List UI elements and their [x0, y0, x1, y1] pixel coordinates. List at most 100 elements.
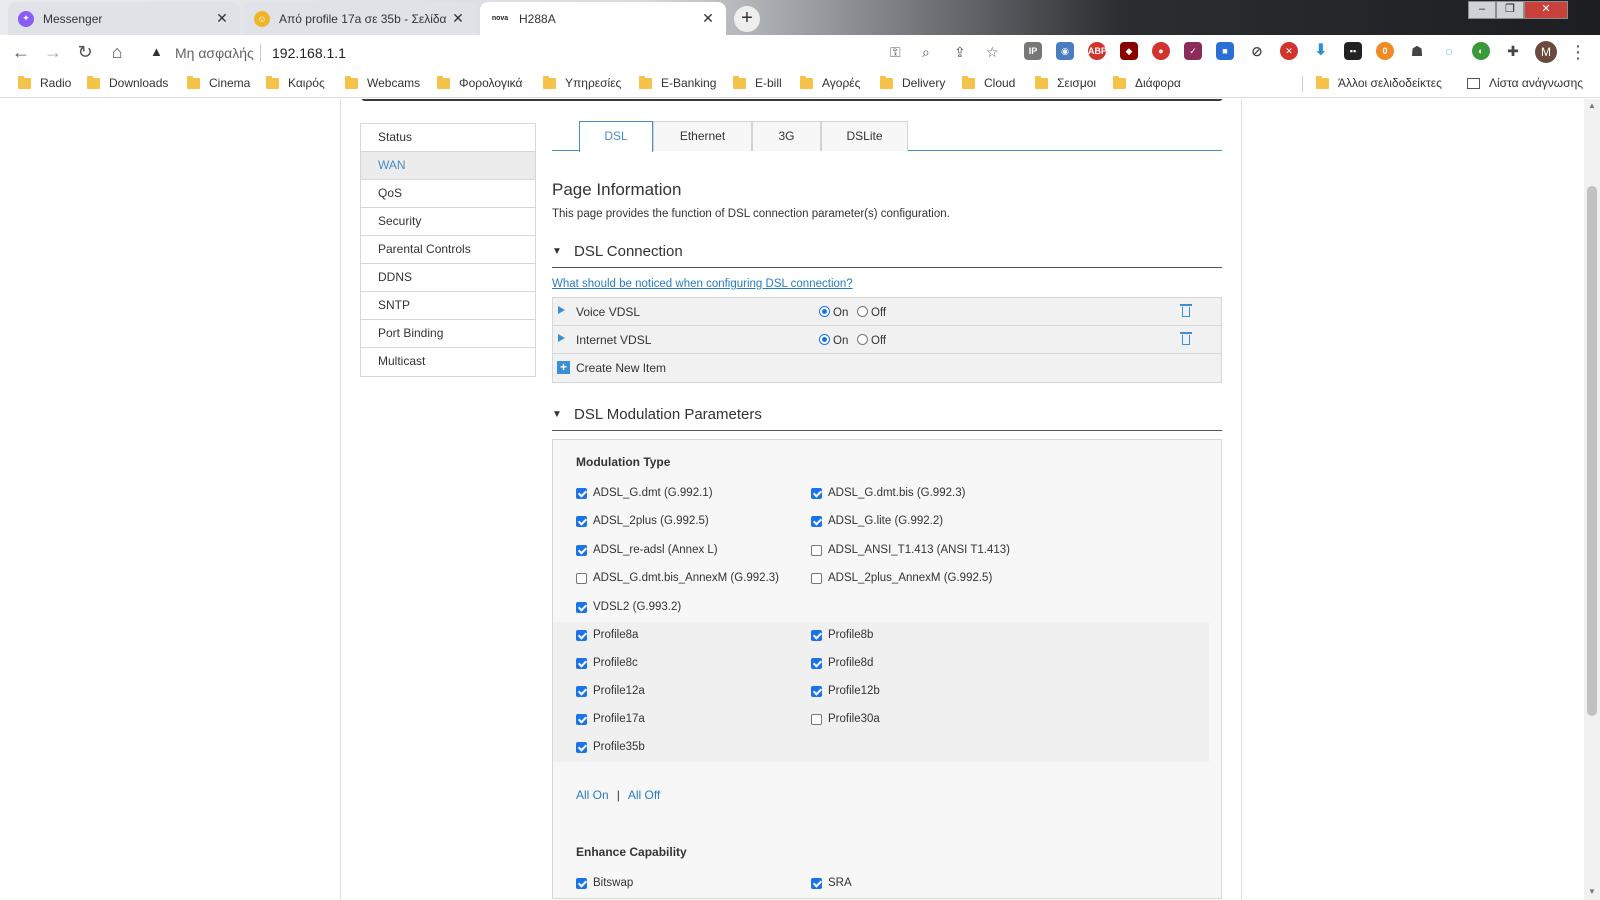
puzzle-extension-icon[interactable]: ✓ [1184, 42, 1202, 60]
bookmark-folder[interactable]: E-Banking [639, 75, 716, 90]
checkbox-item[interactable]: ADSL_G.lite (G.992.2) [811, 515, 943, 527]
checkbox[interactable] [811, 515, 822, 527]
ip-extension-icon[interactable]: IP [1024, 42, 1042, 60]
ublock-extension-icon[interactable]: ◆ [1120, 42, 1138, 60]
key-icon[interactable]: ⚿ [890, 44, 901, 61]
new-tab-button[interactable]: + [734, 6, 760, 32]
checkbox-item[interactable]: ADSL_ANSI_T1.413 (ANSI T1.413) [811, 544, 1010, 556]
other-bookmarks[interactable]: Άλλοι σελιδοδείκτες [1316, 75, 1442, 90]
checkbox-item[interactable]: ADSL_G.dmt.bis (G.992.3) [811, 487, 965, 499]
record-extension-icon[interactable]: ✕ [1280, 42, 1298, 60]
vertical-scrollbar[interactable]: ▲ ▼ [1584, 99, 1600, 900]
tab-ethernet[interactable]: Ethernet [653, 121, 752, 151]
minimize-button[interactable]: – [1468, 1, 1496, 19]
close-icon[interactable]: ✕ [700, 10, 716, 27]
bookmark-folder[interactable]: Υπηρεσίες [543, 75, 621, 90]
nav-item-wan[interactable]: WAN [361, 152, 535, 180]
checkbox[interactable] [811, 572, 822, 584]
shield-extension-icon[interactable]: ● [1152, 42, 1170, 60]
radio-off[interactable] [857, 306, 868, 317]
share-icon[interactable]: ⇪ [954, 44, 966, 61]
camera-extension-icon[interactable]: ◉ [1056, 42, 1074, 60]
profile-avatar[interactable]: M [1535, 41, 1557, 63]
radio-on[interactable] [819, 306, 830, 317]
checkbox[interactable] [811, 657, 822, 669]
profile-checkbox[interactable]: Profile17a [576, 713, 645, 725]
trash-icon[interactable] [1180, 303, 1192, 318]
download-extension-icon[interactable]: ⬇ [1312, 42, 1330, 60]
bookmark-folder[interactable]: E-bill [733, 75, 782, 90]
checkbox[interactable] [576, 741, 587, 753]
connection-name[interactable]: Internet VDSL [576, 333, 651, 347]
dsl-help-link[interactable]: What should be noticed when configuring … [552, 278, 853, 290]
checkbox-item[interactable]: Bitswap [576, 877, 633, 889]
checkbox-item[interactable]: VDSL2 (G.993.2) [576, 601, 681, 613]
checkbox[interactable] [811, 544, 822, 556]
adblock-extension-icon[interactable]: ABP [1088, 42, 1107, 60]
back-arrow-icon[interactable]: ← [10, 42, 32, 64]
bookmark-folder[interactable]: Σεισμοι [1035, 75, 1096, 90]
checkbox-item[interactable]: SRA [811, 877, 852, 889]
nav-item-qos[interactable]: QoS [361, 180, 535, 208]
forward-arrow-icon[interactable]: → [42, 42, 64, 64]
bookmark-folder[interactable]: Webcams [345, 75, 420, 90]
checkbox[interactable] [576, 544, 587, 556]
bookmark-folder[interactable]: Αγορές [800, 75, 860, 90]
media-extension-icon[interactable]: ▪▪ [1344, 42, 1362, 60]
nav-item-port-binding[interactable]: Port Binding [361, 320, 535, 348]
bookmark-folder[interactable]: Cloud [962, 75, 1015, 90]
tab-dslite[interactable]: DSLite [821, 121, 908, 151]
tab-3g[interactable]: 3G [752, 121, 821, 151]
checkbox-item[interactable]: ADSL_re-adsl (Annex L) [576, 544, 718, 556]
block-extension-icon[interactable]: ⊘ [1248, 42, 1266, 60]
radio-off[interactable] [857, 334, 868, 345]
close-icon[interactable]: ✕ [214, 10, 230, 27]
security-label[interactable]: Μη ασφαλής [175, 45, 254, 61]
checkbox[interactable] [811, 487, 822, 499]
nav-item-status[interactable]: Status [361, 124, 535, 152]
expand-arrow-icon[interactable] [558, 334, 565, 342]
checkbox[interactable] [576, 657, 587, 669]
checkbox-item[interactable]: ADSL_2plus (G.992.5) [576, 515, 709, 527]
browser-tab-router[interactable]: nova H288A ✕ [480, 2, 726, 35]
scrollbar-thumb[interactable] [1587, 186, 1597, 716]
profile-checkbox[interactable]: Profile35b [576, 741, 645, 753]
robot-extension-icon[interactable]: ☗ [1408, 42, 1426, 60]
circle-extension-icon[interactable]: ○ [1440, 42, 1458, 60]
checkbox[interactable] [576, 515, 587, 527]
globe-extension-icon[interactable]: ◐ [1472, 42, 1490, 60]
checkbox[interactable] [576, 487, 587, 499]
dsl-modulation-heading[interactable]: ▼ DSL Modulation Parameters [552, 406, 1222, 431]
checkbox-item[interactable]: ADSL_G.dmt.bis_AnnexM (G.992.3) [576, 572, 779, 584]
url-text[interactable]: 192.168.1.1 [272, 45, 346, 61]
browser-tab-forum[interactable]: ☺ Από profile 17a σε 35b - Σελίδα ✕ [244, 2, 476, 35]
profile-checkbox[interactable]: Profile12a [576, 685, 645, 697]
create-new-item-label[interactable]: Create New Item [576, 361, 666, 375]
checkbox-item[interactable]: ADSL_2plus_AnnexM (G.992.5) [811, 572, 992, 584]
warning-icon[interactable]: ▲ [150, 44, 163, 59]
profile-checkbox[interactable]: Profile8d [811, 657, 873, 669]
profile-checkbox[interactable]: Profile30a [811, 713, 880, 725]
bookmark-folder[interactable]: Φορολογικά [437, 75, 522, 90]
checkbox-item[interactable]: ADSL_G.dmt (G.992.1) [576, 487, 713, 499]
nav-item-multicast[interactable]: Multicast [361, 348, 535, 376]
create-new-item-row[interactable]: + Create New Item [553, 354, 1221, 382]
home-icon[interactable]: ⌂ [106, 42, 128, 64]
checkbox[interactable] [811, 685, 822, 697]
checkbox[interactable] [576, 685, 587, 697]
bookmark-folder[interactable]: Downloads [87, 75, 168, 90]
badge-extension-icon[interactable]: 0 [1376, 42, 1394, 60]
checkbox[interactable] [576, 713, 587, 725]
all-off-link[interactable]: All Off [628, 788, 660, 802]
profile-checkbox[interactable]: Profile8c [576, 657, 638, 669]
checkbox[interactable] [576, 629, 587, 641]
browser-tab-messenger[interactable]: ✦ Messenger ✕ [8, 2, 240, 35]
profile-checkbox[interactable]: Profile8a [576, 629, 638, 641]
nav-item-sntp[interactable]: SNTP [361, 292, 535, 320]
nav-item-security[interactable]: Security [361, 208, 535, 236]
tab-dsl[interactable]: DSL [579, 121, 653, 152]
nav-item-ddns[interactable]: DDNS [361, 264, 535, 292]
bookmark-folder[interactable]: Καιρός [266, 75, 325, 90]
extensions-puzzle-icon[interactable]: ✚ [1504, 42, 1522, 60]
blue-extension-icon[interactable]: ■ [1216, 42, 1234, 60]
